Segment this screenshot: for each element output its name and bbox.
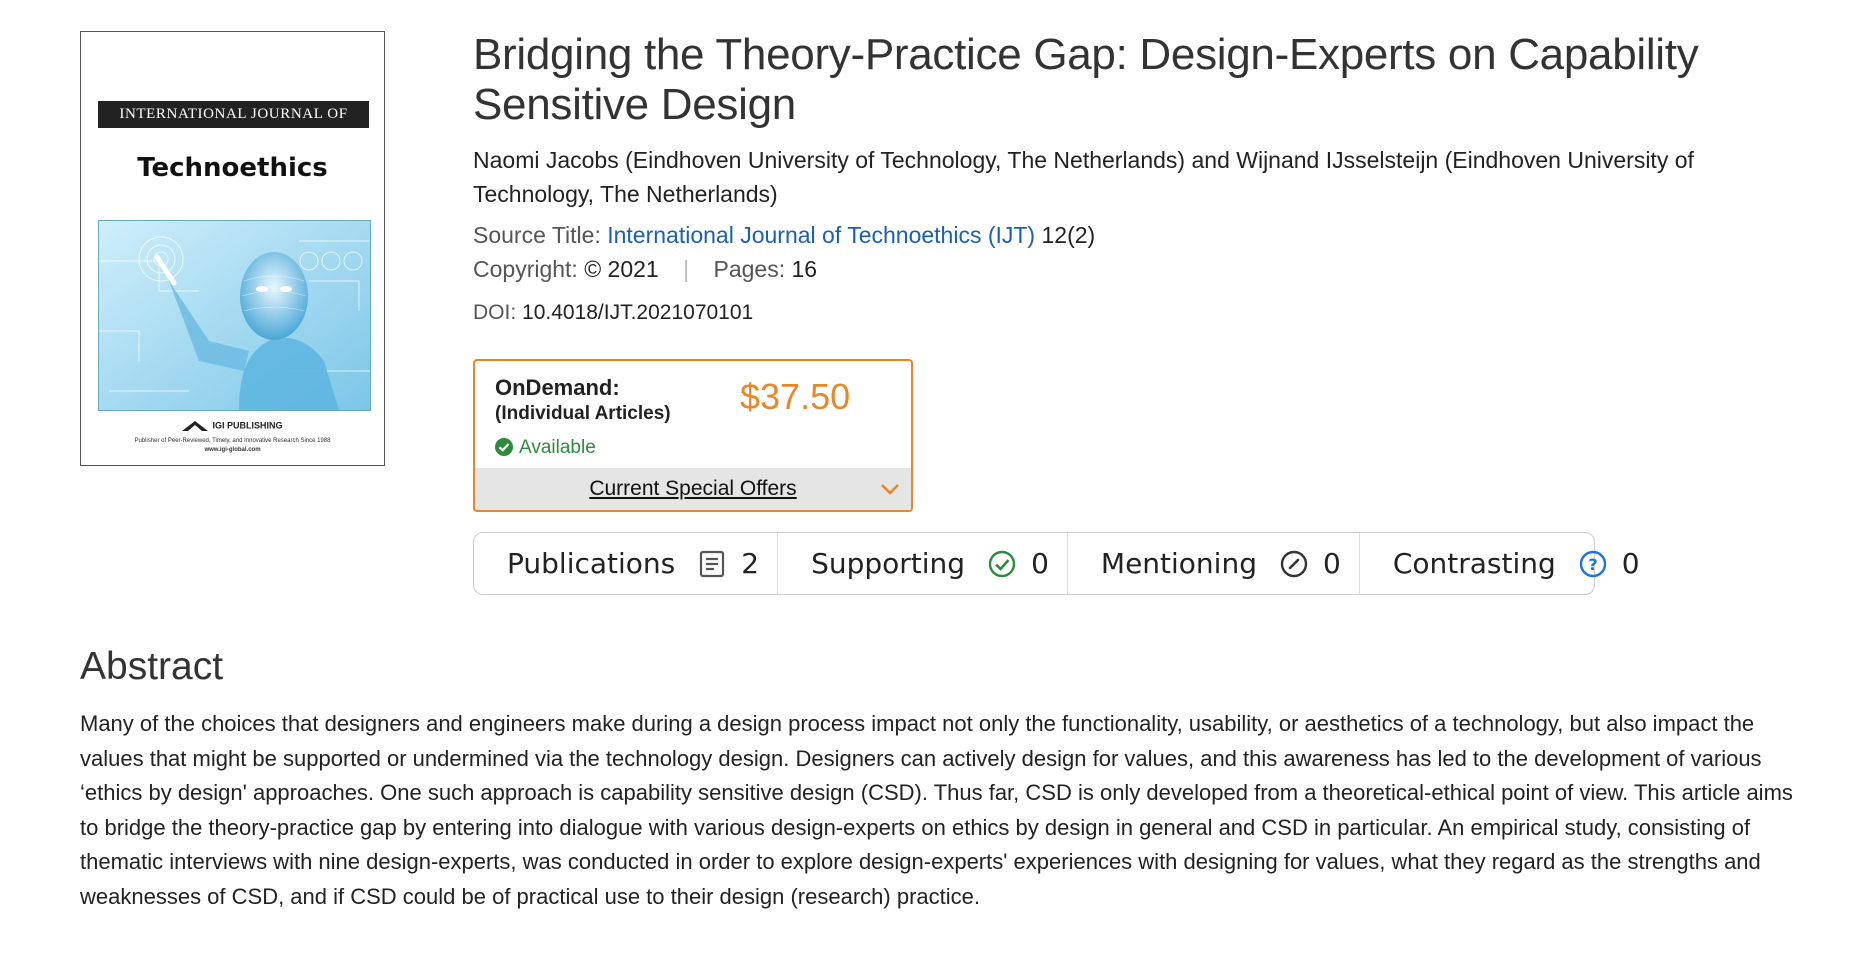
stat-label: Mentioning <box>1100 547 1257 580</box>
source-title-row: Source Title: International Journal of T… <box>473 222 1095 249</box>
stat-contrasting[interactable]: Contrasting ? 0 <box>1360 533 1658 594</box>
article-authors: Naomi Jacobs (Eindhoven University of Te… <box>473 147 1694 207</box>
availability-label: Available <box>519 437 596 458</box>
svg-text:?: ? <box>1588 555 1597 574</box>
cover-publisher-name: IGI PUBLISHING <box>212 420 283 431</box>
igi-logo-icon <box>182 421 209 431</box>
purchase-type: OnDemand: <box>495 375 620 400</box>
stat-count: 0 <box>1322 547 1341 580</box>
purchase-box: OnDemand: (Individual Articles) $37.50 A… <box>473 359 913 512</box>
stat-publications[interactable]: Publications 2 <box>474 533 779 594</box>
price: $37.50 <box>740 376 851 417</box>
question-circle-icon: ? <box>1579 550 1606 577</box>
pages-value: 16 <box>791 256 818 282</box>
cover-tagline: Publisher of Peer-Reviewed, Timely, and … <box>134 438 331 444</box>
cover-publisher: IGI PUBLISHING <box>81 420 384 432</box>
stat-count: 0 <box>1621 547 1640 580</box>
cover-artwork <box>98 220 371 411</box>
document-icon <box>700 550 725 577</box>
stat-label: Contrasting <box>1392 547 1556 580</box>
doi-value[interactable]: 10.4018/IJT.2021070101 <box>522 301 753 324</box>
stat-label: Supporting <box>811 547 966 580</box>
purchase-subtype: (Individual Articles) <box>495 403 671 424</box>
check-circle-icon <box>988 550 1016 577</box>
source-title-link[interactable]: International Journal of Technoethics (I… <box>607 222 1035 248</box>
copyright-label: Copyright: <box>473 256 578 282</box>
cover-artwork-image <box>99 221 370 410</box>
stat-count: 2 <box>741 547 760 580</box>
cover-journal-name: Technoethics <box>137 153 328 183</box>
cover-website: www.igi-global.com <box>204 447 261 453</box>
special-offers-toggle[interactable]: Current Special Offers <box>475 468 911 510</box>
special-offers-link[interactable]: Current Special Offers <box>589 477 796 500</box>
meta-divider: | <box>683 256 690 282</box>
pages-label: Pages: <box>713 256 786 282</box>
cover-journal-prefix: INTERNATIONAL JOURNAL OF <box>98 101 369 128</box>
copyright-value: © 2021 <box>584 256 659 282</box>
journal-cover[interactable]: INTERNATIONAL JOURNAL OF Technoethics IG… <box>80 31 385 466</box>
source-issue: 12(2) <box>1041 222 1096 248</box>
doi-label: DOI: <box>473 301 517 324</box>
source-title-label: Source Title: <box>473 222 601 248</box>
article-title: Bridging the Theory-Practice Gap: Design… <box>473 30 1699 129</box>
stat-mentioning[interactable]: Mentioning 0 <box>1068 533 1360 594</box>
availability-status: Available <box>495 437 596 459</box>
slash-circle-icon <box>1280 550 1308 577</box>
stat-supporting[interactable]: Supporting 0 <box>778 533 1068 594</box>
copyright-pages-row: Copyright: © 2021 | Pages: 16 <box>473 256 817 283</box>
citation-stats-bar: Publications 2 Supporting 0 Mentioning 0… <box>473 532 1640 595</box>
chevron-down-icon[interactable] <box>879 479 901 499</box>
stat-count: 0 <box>1031 547 1049 580</box>
doi-row: DOI: 10.4018/IJT.2021070101 <box>473 301 753 325</box>
abstract-heading: Abstract <box>80 645 224 688</box>
check-circle-icon <box>495 438 513 456</box>
stat-label: Publications <box>507 547 676 580</box>
abstract-text: Many of the choices that designers and e… <box>80 711 1793 909</box>
